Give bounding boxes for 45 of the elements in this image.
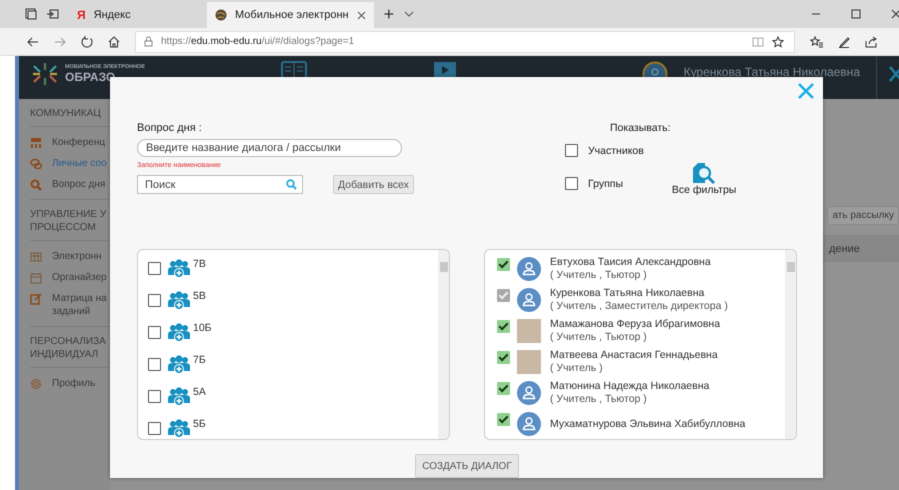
- participant-name: Евтухова Таисия Александровна: [550, 256, 711, 270]
- tab-title: Яндекс: [94, 9, 132, 21]
- url-text: https://edu.mob-edu.ru/ui/#/dialogs?page=1: [161, 36, 354, 47]
- browser-tab[interactable]: Я Яндекс: [69, 2, 197, 28]
- participant-name: Куренкова Татьяна Николаевна: [550, 287, 706, 300]
- field-label: Вопрос дня :: [137, 122, 203, 134]
- create-dialog-button[interactable]: СОЗДАТЬ ДИАЛОГ: [415, 454, 519, 478]
- add-all-button[interactable]: Добавить всех: [333, 175, 414, 194]
- group-name: 10Б: [193, 322, 212, 334]
- column-header: дение: [823, 235, 899, 262]
- sidebar-item[interactable]: Матрица на заданий: [30, 288, 110, 322]
- new-tab-button[interactable]: +: [384, 4, 394, 24]
- participant-name: Мамажанова Феруза Ибрагимовна: [550, 318, 720, 332]
- sidebar-item[interactable]: Электронн: [30, 246, 110, 267]
- yandex-favicon: Я: [77, 8, 86, 22]
- sidebar-item[interactable]: Личные соо: [30, 153, 110, 174]
- all-filters-link[interactable]: Все фильтры: [672, 184, 736, 196]
- participant-roles: ( Учитель , Тьютор ): [550, 331, 648, 344]
- logo-text: ОБРАЗО: [65, 70, 116, 82]
- browser-tab[interactable]: Мобильное электронн: [207, 2, 374, 28]
- participant-name: Матюнина Надежда Николаевна: [550, 380, 710, 394]
- group-name: 5А: [193, 386, 206, 398]
- group-name: 5В: [193, 290, 206, 302]
- sidebar-item[interactable]: Вопрос дня: [30, 174, 110, 195]
- sidebar-item[interactable]: Профиль: [30, 373, 110, 394]
- search-field[interactable]: Поиск: [137, 175, 303, 194]
- address-bar[interactable]: https://edu.mob-edu.ru/ui/#/dialogs?page=1: [135, 30, 795, 52]
- participant-roles: ( Учитель , Заместитель директора ): [550, 300, 728, 314]
- group-name: 5Б: [193, 418, 206, 430]
- option-label: Группы: [588, 178, 623, 190]
- group-name: 7Б: [193, 354, 206, 366]
- title-input-field[interactable]: Введите название диалога / рассылки: [137, 139, 402, 157]
- participant-roles: ( Учитель ): [550, 362, 604, 376]
- show-label: Показывать:: [610, 122, 672, 134]
- participant-name: Мухаматнурова Эльвина Хабибулловна: [550, 418, 746, 431]
- sidebar-item[interactable]: Органайзер: [30, 267, 110, 288]
- participant-roles: ( Учитель , Тьютор ): [550, 393, 648, 406]
- participant-name: Матвеева Анастасия Геннадьевна: [550, 349, 718, 362]
- mailing-button[interactable]: ать рассылку: [827, 206, 899, 225]
- sidebar-item[interactable]: Конференц: [30, 132, 110, 153]
- user-name[interactable]: Куренкова Татьяна Николаевна: [684, 65, 860, 79]
- tab-title: Мобильное электронн: [235, 9, 349, 21]
- option-label: Участников: [588, 144, 644, 156]
- participant-roles: ( Учитель , Тьютор ): [550, 269, 648, 282]
- group-name: 7В: [193, 258, 206, 270]
